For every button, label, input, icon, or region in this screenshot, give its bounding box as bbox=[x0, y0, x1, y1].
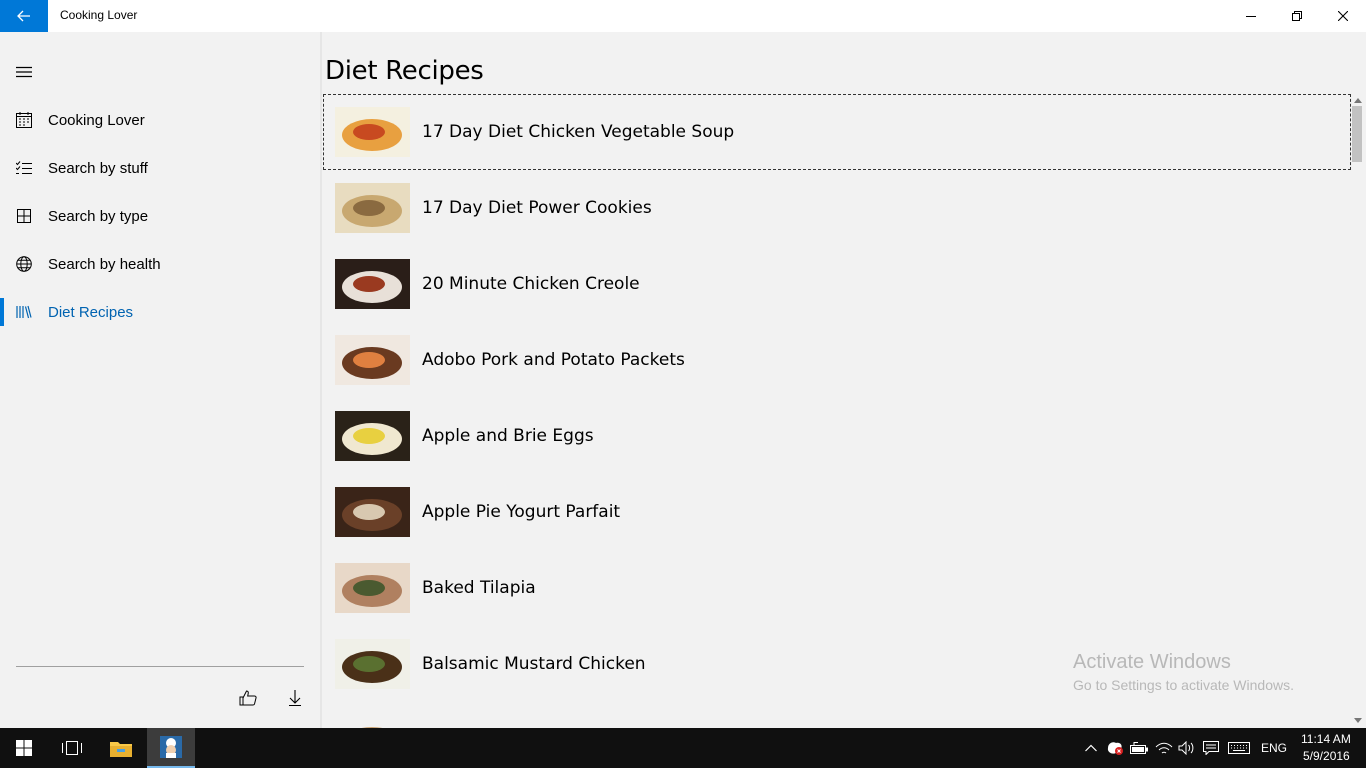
recipe-thumbnail bbox=[335, 107, 410, 157]
recipe-list-item[interactable]: Adobo Pork and Potato Packets bbox=[323, 322, 1351, 398]
close-icon bbox=[1338, 11, 1348, 21]
network-tray-icon[interactable] bbox=[1154, 738, 1174, 758]
page-title: Diet Recipes bbox=[325, 56, 484, 86]
sidebar: Cooking Lover Search by stuff Search by … bbox=[0, 32, 320, 728]
sidebar-divider bbox=[16, 666, 304, 667]
wifi-icon bbox=[1155, 742, 1173, 754]
grid-icon bbox=[17, 209, 31, 223]
chevron-up-icon bbox=[1085, 744, 1097, 752]
recipe-name: 20 Minute Chicken Creole bbox=[422, 274, 640, 294]
recipe-thumbnail bbox=[335, 487, 410, 537]
recipe-list: 17 Day Diet Chicken Vegetable Soup 17 Day… bbox=[323, 94, 1351, 728]
security-tray-icon[interactable] bbox=[1105, 738, 1125, 758]
touch-keyboard-button[interactable] bbox=[1228, 738, 1250, 758]
recipe-list-item[interactable]: Apple and Brie Eggs bbox=[323, 398, 1351, 474]
sidebar-item-label: Diet Recipes bbox=[48, 303, 134, 321]
back-button[interactable] bbox=[0, 0, 48, 32]
battery-tray-icon[interactable] bbox=[1129, 738, 1149, 758]
recipe-name: 17 Day Diet Power Cookies bbox=[422, 198, 652, 218]
sidebar-item-search-by-health[interactable]: Search by health bbox=[0, 240, 320, 288]
keyboard-icon bbox=[1228, 742, 1250, 754]
recipe-name: Apple Pie Yogurt Parfait bbox=[422, 502, 621, 522]
sidebar-item-diet-recipes[interactable]: Diet Recipes bbox=[0, 288, 320, 336]
minimize-icon bbox=[1246, 16, 1256, 17]
recipe-list-item[interactable]: Apple Pie Yogurt Parfait bbox=[323, 474, 1351, 550]
recipe-name: 17 Day Diet Chicken Vegetable Soup bbox=[422, 122, 735, 142]
recipe-thumbnail bbox=[335, 715, 410, 728]
scrollbar-thumb[interactable] bbox=[1352, 106, 1362, 162]
sidebar-item-label: Search by health bbox=[48, 255, 161, 273]
clock-time[interactable]: 11:14 AM bbox=[1301, 732, 1351, 746]
activation-watermark-subtitle: Go to Settings to activate Windows. bbox=[1073, 677, 1294, 693]
restore-icon bbox=[1292, 11, 1302, 21]
folder-icon bbox=[110, 742, 132, 757]
battery-icon bbox=[1130, 742, 1148, 754]
recipe-thumbnail bbox=[335, 411, 410, 461]
clock-date[interactable]: 5/9/2016 bbox=[1303, 749, 1350, 763]
hamburger-icon bbox=[16, 66, 32, 78]
recipe-list-item[interactable] bbox=[323, 702, 1351, 728]
chevron-up-icon bbox=[1354, 97, 1362, 103]
chef-app-icon bbox=[160, 736, 182, 758]
back-arrow-icon bbox=[17, 10, 30, 22]
windows-logo-icon bbox=[16, 740, 32, 756]
speaker-icon bbox=[1178, 741, 1194, 755]
recipe-name: Balsamic Mustard Chicken bbox=[422, 654, 646, 674]
taskbar: ENG 11:14 AM 5/9/2016 bbox=[0, 728, 1366, 768]
restore-button[interactable] bbox=[1274, 0, 1320, 32]
scroll-up-button[interactable] bbox=[1350, 94, 1366, 106]
task-view-button[interactable] bbox=[48, 728, 96, 768]
action-center-button[interactable] bbox=[1201, 738, 1221, 758]
recipe-thumbnail bbox=[335, 563, 410, 613]
recipe-thumbnail bbox=[335, 335, 410, 385]
volume-tray-icon[interactable] bbox=[1177, 738, 1197, 758]
file-explorer-button[interactable] bbox=[97, 728, 145, 768]
minimize-button[interactable] bbox=[1228, 0, 1274, 32]
recipe-thumbnail bbox=[335, 639, 410, 689]
pane-divider bbox=[320, 32, 322, 728]
recipe-name: Baked Tilapia bbox=[422, 578, 536, 598]
globe-icon bbox=[16, 256, 32, 272]
recipe-list-item[interactable]: Baked Tilapia bbox=[323, 550, 1351, 626]
recipe-thumbnail bbox=[335, 259, 410, 309]
checklist-icon bbox=[16, 161, 32, 174]
show-hidden-icons-button[interactable] bbox=[1081, 738, 1101, 758]
active-indicator bbox=[0, 298, 4, 326]
sidebar-item-search-by-type[interactable]: Search by type bbox=[0, 192, 320, 240]
start-button[interactable] bbox=[0, 728, 48, 768]
library-icon bbox=[16, 305, 32, 319]
recipe-name: Adobo Pork and Potato Packets bbox=[422, 350, 685, 370]
recipe-list-item[interactable]: 17 Day Diet Power Cookies bbox=[323, 170, 1351, 246]
language-indicator[interactable]: ENG bbox=[1261, 741, 1287, 755]
activation-watermark-title: Activate Windows bbox=[1073, 651, 1231, 673]
cooking-lover-taskbar-button[interactable] bbox=[147, 728, 195, 768]
task-view-icon bbox=[62, 741, 82, 755]
sidebar-item-label: Search by stuff bbox=[48, 159, 148, 177]
sidebar-item-label: Search by type bbox=[48, 207, 149, 225]
recipe-thumbnail bbox=[335, 183, 410, 233]
recipe-name: Apple and Brie Eggs bbox=[422, 426, 594, 446]
main-content: Diet Recipes 17 Day Diet Chicken Vegetab… bbox=[320, 32, 1366, 728]
title-bar: Cooking Lover bbox=[0, 0, 1366, 32]
download-button[interactable] bbox=[275, 680, 315, 716]
chevron-down-icon bbox=[1354, 717, 1362, 723]
recipe-list-item[interactable]: 17 Day Diet Chicken Vegetable Soup bbox=[323, 94, 1351, 170]
close-button[interactable] bbox=[1320, 0, 1366, 32]
sidebar-item-cooking-lover[interactable]: Cooking Lover bbox=[0, 96, 320, 144]
sidebar-item-search-by-stuff[interactable]: Search by stuff bbox=[0, 144, 320, 192]
shield-alert-icon bbox=[1107, 742, 1123, 755]
calendar-icon bbox=[16, 112, 32, 128]
sidebar-item-label: Cooking Lover bbox=[48, 111, 145, 129]
hamburger-menu-button[interactable] bbox=[0, 52, 48, 92]
notification-icon bbox=[1203, 741, 1219, 755]
like-button[interactable] bbox=[228, 680, 268, 716]
recipe-list-item[interactable]: 20 Minute Chicken Creole bbox=[323, 246, 1351, 322]
app-title: Cooking Lover bbox=[60, 8, 138, 22]
scroll-down-button[interactable] bbox=[1350, 714, 1366, 726]
download-icon bbox=[289, 690, 301, 706]
thumbs-up-icon bbox=[239, 690, 257, 706]
